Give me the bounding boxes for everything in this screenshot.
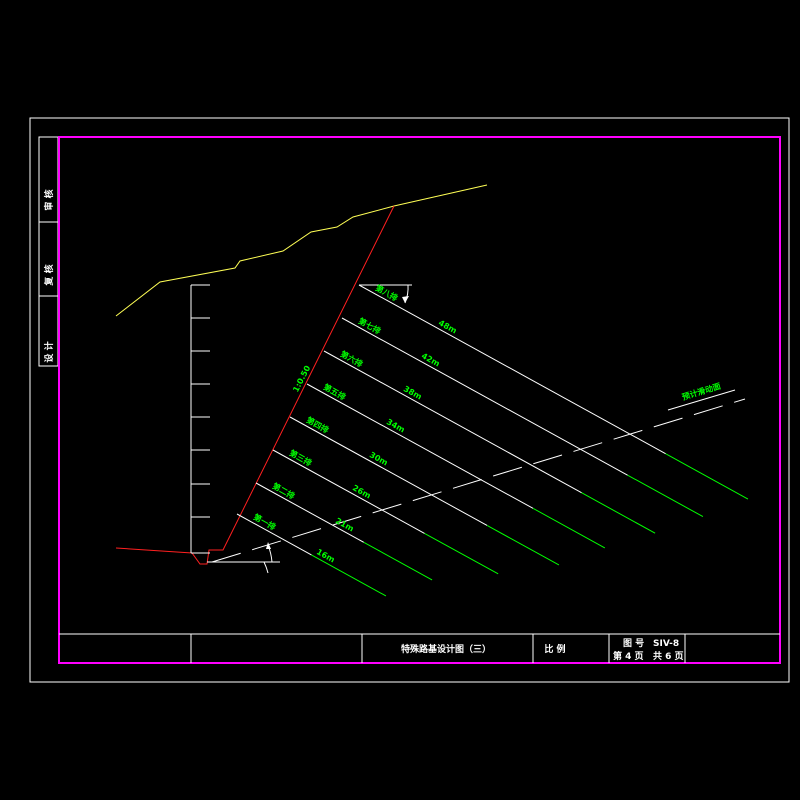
page-number: 第 4 页: [613, 650, 644, 662]
ground-surface-line: [115, 184, 488, 317]
anchor-bond-segment: [532, 507, 606, 549]
anchor-free-segment: [306, 383, 534, 509]
drawing-no: SIV-8: [653, 639, 679, 649]
angle-marker-bottom: [207, 542, 280, 574]
page-total: 共 6 页: [653, 650, 684, 662]
anchor-free-segment: [341, 317, 628, 476]
anchor-bond-segment: [311, 554, 387, 597]
anchor-row-length: 26m: [351, 483, 372, 500]
anchor-bond-segment: [665, 453, 749, 500]
anchor-bond-segment: [363, 541, 433, 581]
anchor-row-length: 48m: [437, 318, 458, 335]
anchor-row-length: 30m: [368, 450, 389, 467]
title-block: 特殊路基设计图（三） 比 例 图 号 SIV-8 第 4 页 共 6 页: [59, 633, 780, 663]
slope-ratio-label: 1:0.50: [291, 364, 312, 394]
side-label-recheck: 复 核: [43, 264, 55, 286]
side-label-review: 审 核: [43, 189, 55, 210]
side-label-design: 设 计: [43, 341, 55, 362]
anchor-row-length: 38m: [402, 384, 423, 401]
anchor-free-segment: [272, 449, 425, 534]
anchor-row-length: 34m: [385, 417, 406, 434]
cad-drawing: 审 核 复 核 设 计 特殊路基设计图（三） 比 例 图 号 SIV-8 第 4…: [29, 117, 790, 683]
anchor-row-length: 16m: [315, 547, 336, 564]
anchor-bond-segment: [486, 525, 560, 566]
anchor-bond-segment: [627, 474, 704, 518]
scale-label: 比 例: [544, 643, 565, 655]
slope-face-line: [115, 205, 395, 565]
sliding-surface-label: 预计滑动面: [681, 381, 722, 402]
anchor-row-length: 42m: [420, 351, 441, 368]
sliding-surface-dashed-line: [211, 398, 746, 563]
sliding-surface-callout: 预计滑动面: [667, 381, 736, 411]
anchor-rows: 第一排16m第二排21m第三排26m第四排30m第五排34m第六排38m第七排4…: [236, 283, 749, 597]
anchor-bond-segment: [424, 532, 499, 575]
anchor-free-segment: [323, 350, 582, 494]
drawing-no-label: 图 号: [623, 638, 644, 649]
drawing-title: 特殊路基设计图（三）: [401, 643, 491, 655]
signature-strip: 审 核 复 核 设 计: [38, 136, 59, 367]
height-scale: [190, 284, 210, 554]
anchor-bond-segment: [581, 492, 656, 534]
anchor-free-segment: [289, 416, 488, 526]
